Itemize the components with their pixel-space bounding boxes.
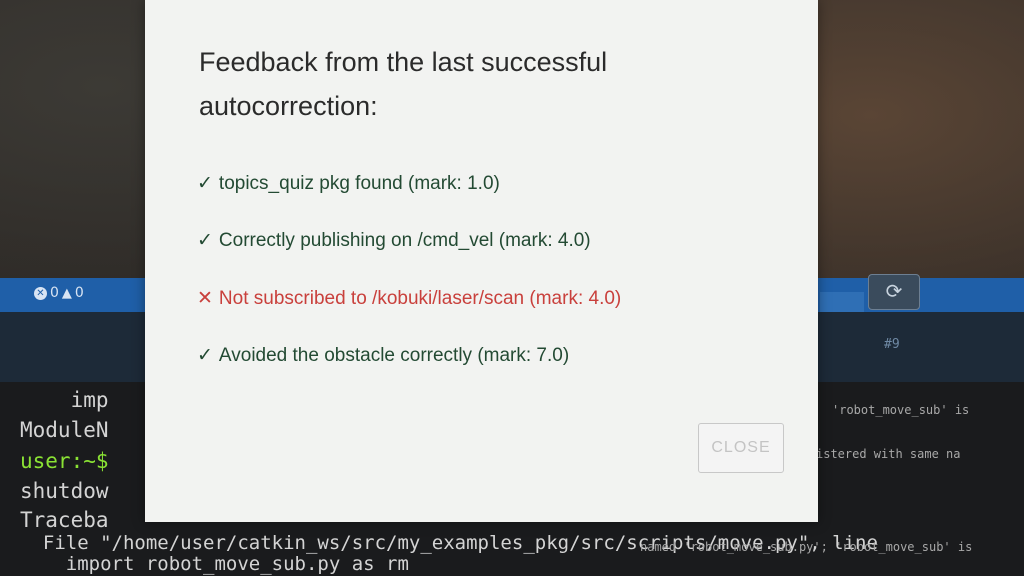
terminal-line: ModuleN <box>20 418 109 442</box>
terminal-line: Traceba <box>20 508 109 532</box>
warning-count: 0 <box>74 285 84 301</box>
check-icon: ✓ <box>197 345 213 366</box>
problems-indicator[interactable]: ✕ 0 ▲ 0 <box>34 285 84 301</box>
terminal-prompt: user:~$ <box>20 449 109 473</box>
status-chip <box>820 292 864 312</box>
terminal-fragment: istered with same na <box>816 447 961 461</box>
terminal-line: imp <box>20 388 109 412</box>
cross-icon: ✕ <box>197 288 213 309</box>
feedback-dialog: Feedback from the last successful autoco… <box>145 0 818 522</box>
close-button[interactable]: CLOSE <box>698 423 784 473</box>
error-count: 0 <box>50 285 59 301</box>
terminal-line: shutdow <box>20 479 109 503</box>
feedback-text: Correctly publishing on /cmd_vel (mark: … <box>218 230 591 251</box>
feedback-text: Avoided the obstacle correctly (mark: 7.… <box>218 345 570 366</box>
feedback-item: ✓ Correctly publishing on /cmd_vel (mark:… <box>197 229 591 252</box>
feedback-text: topics_quiz pkg found (mark: 1.0) <box>218 173 500 194</box>
feedback-item: ✓ Avoided the obstacle correctly (mark: 7… <box>197 344 569 367</box>
refresh-icon: ⟳ <box>885 279 903 303</box>
error-icon: ✕ <box>34 286 47 300</box>
panel-number-label: #9 <box>884 337 900 352</box>
terminal-line: import robot_move_sub.py as rm <box>20 553 409 575</box>
check-icon: ✓ <box>197 230 213 251</box>
terminal-fragment: named 'robot_move_sub.py'; 'robot_move_s… <box>640 540 973 554</box>
feedback-item: ✕ Not subscribed to /kobuki/laser/scan (m… <box>197 287 621 310</box>
feedback-text: Not subscribed to /kobuki/laser/scan (ma… <box>218 288 622 309</box>
check-icon: ✓ <box>197 173 213 194</box>
dialog-title: Feedback from the last successful autoco… <box>199 47 608 121</box>
warning-icon: ▲ <box>61 285 72 301</box>
refresh-button[interactable]: ⟳ <box>868 274 920 310</box>
feedback-item: ✓ topics_quiz pkg found (mark: 1.0) <box>197 172 500 195</box>
terminal-fragment: 'robot_move_sub' is <box>832 403 970 417</box>
